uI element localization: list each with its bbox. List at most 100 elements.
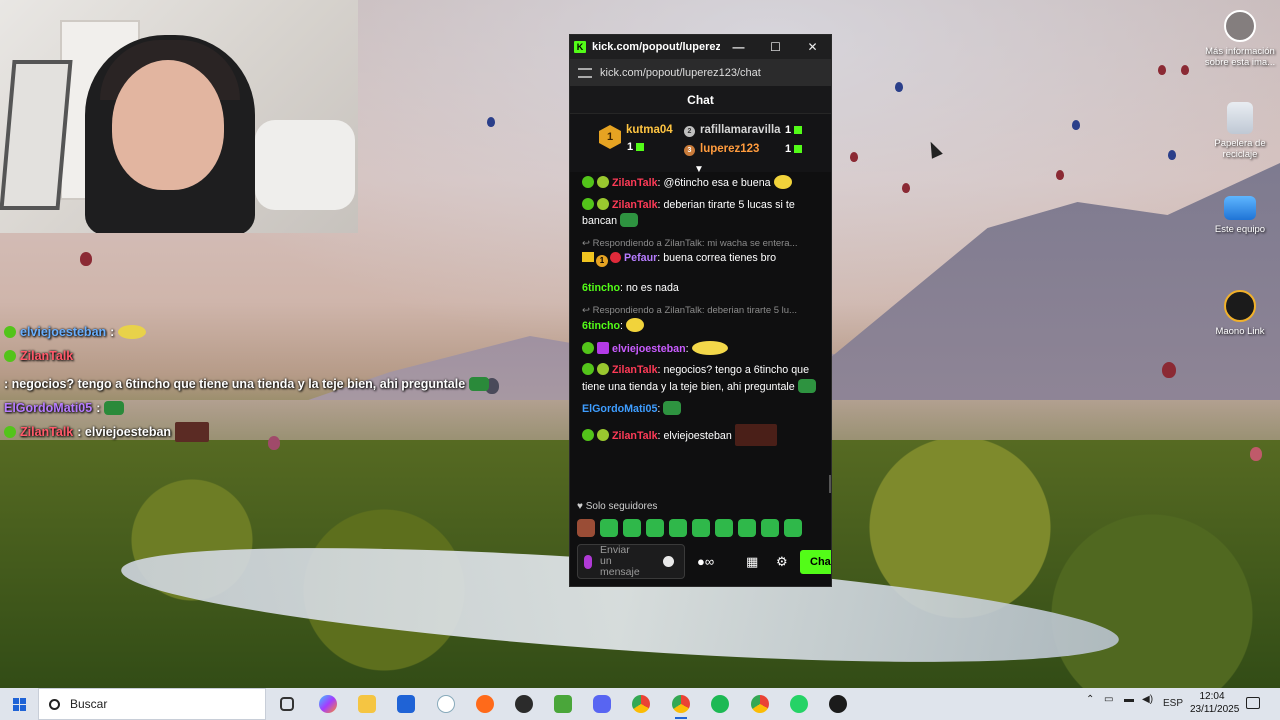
reply-text: Respondiendo a ZilanTalk: mi wacha se en… [592,237,798,249]
clock-time: 12:04 [1199,691,1225,702]
quick-emote-icon[interactable] [669,519,687,537]
taskbar-search[interactable]: Buscar [38,688,266,720]
task-view-icon[interactable] [280,697,294,711]
quick-emote-icon[interactable] [646,519,664,537]
collapse-arrow-icon[interactable]: ▼ [694,164,704,175]
desktop-icon-recycle-bin[interactable]: Papelera de reciclaje [1200,102,1280,160]
chat-header: Chat [570,86,831,114]
leader-1-name[interactable]: kutma04 [626,124,673,136]
quick-emote-icon[interactable] [738,519,756,537]
balloon [1072,120,1080,130]
chat-message: ZilanTalk: @6tincho esa e buena [582,175,818,192]
word-icon[interactable] [437,695,455,713]
volume-icon[interactable]: ◀) [1142,694,1153,705]
whatsapp-icon[interactable] [790,695,808,713]
close-button[interactable]: ✕ [794,35,831,59]
desktop-icon-spotlight[interactable]: Más información sobre esta ima... [1200,10,1280,68]
chrome-icon[interactable] [632,695,650,713]
quick-emote-icon[interactable] [623,519,641,537]
overlay-message: ElGordoMati05 : [4,396,524,420]
desktop-icon-this-pc[interactable]: Este equipo [1200,196,1280,235]
overlay-username: elviejoesteban [20,325,107,339]
address-bar[interactable]: kick.com/popout/luperez123/chat [570,59,831,86]
chat-text: : no es nada [620,282,679,294]
site-settings-icon[interactable] [578,67,592,78]
minimize-button[interactable]: — [720,35,757,59]
start-button[interactable] [0,688,38,720]
show-hidden-icons[interactable]: ⌃ [1086,694,1094,705]
overlay-text: : [110,325,115,339]
maximize-button[interactable]: ☐ [757,35,794,59]
microphone-icon[interactable] [584,554,592,569]
verified-icon [4,426,16,438]
leader-3-name[interactable]: luperez123 [700,143,759,155]
subscriber-badge-icon [597,428,609,441]
chat-username[interactable]: ZilanTalk [612,430,658,442]
chat-scrollbar[interactable] [829,475,831,493]
chat-username[interactable]: ZilanTalk [612,364,658,376]
reply-text: Respondiendo a ZilanTalk: deberian tirar… [592,304,797,316]
chat-message: elviejoesteban: [582,340,818,358]
kicks-icon[interactable]: ●∞ [697,554,714,569]
chat-username[interactable]: Pefaur [624,252,657,264]
chat-username[interactable]: 6tincho [582,320,620,332]
chat-message: 6tincho: no es nada [582,281,818,297]
rank-3-badge: 3 [684,145,695,156]
quick-emote-icon[interactable] [577,519,595,537]
app-icon[interactable] [829,695,847,713]
chat-username[interactable]: ZilanTalk [612,199,658,211]
quick-emote-icon[interactable] [761,519,779,537]
app-icon[interactable] [476,695,494,713]
webcam-pillow [255,120,355,210]
store-icon[interactable]: ▦ [746,554,758,570]
chat-username[interactable]: elviejoesteban [612,343,686,355]
balloon [1162,362,1176,378]
chat-messages: ZilanTalk: @6tincho esa e buena ZilanTal… [570,175,828,495]
chat-text: : @6tincho esa e buena [657,177,771,189]
send-chat-button[interactable]: Cha [800,550,831,574]
quick-emote-icon[interactable] [600,519,618,537]
quick-emote-icon[interactable] [715,519,733,537]
discord-icon[interactable] [593,695,611,713]
copilot-icon[interactable] [319,695,337,713]
quick-emote-icon[interactable] [692,519,710,537]
emoji-picker-icon[interactable] [663,556,674,567]
tray-app-icon[interactable]: ▭ [1104,694,1113,705]
emote-icon [118,325,147,339]
search-icon [49,698,60,710]
subscriber-badge-icon [597,176,609,188]
chat-message: ZilanTalk: negocios? tengo a 6tincho que… [582,363,818,395]
chrome-profile-icon[interactable] [751,695,769,713]
desktop-icon-label: Papelera de reciclaje [1214,138,1266,160]
webcam-feed [0,0,358,233]
chat-username[interactable]: ZilanTalk [612,177,658,189]
minecraft-icon[interactable] [554,695,572,713]
camera-icon [1224,10,1256,42]
spotify-icon[interactable] [711,695,729,713]
balloon [902,183,910,193]
chat-username[interactable]: 6tincho [582,282,620,294]
microsoft-store-icon[interactable] [397,695,415,713]
gift-leaderboard: 1 kutma04 1 2 rafillamaravilla 1 3 luper… [570,114,831,175]
chrome-profile-icon[interactable] [672,695,690,719]
chat-message: ZilanTalk: deberian tirarte 5 lucas si t… [582,197,818,230]
leader-2-name[interactable]: rafillamaravilla [700,124,781,136]
quick-emote-icon[interactable] [784,519,802,537]
overlay-username: ElGordoMati05 [4,401,93,415]
file-explorer-icon[interactable] [358,695,376,713]
taskbar-clock[interactable]: 12:04 23/11/2025 [1190,690,1239,716]
chat-message-input[interactable]: Enviar un mensaje [577,544,685,579]
window-titlebar[interactable]: K kick.com/popout/luperez123... — ☐ ✕ [570,35,831,59]
overlay-text: : negocios? tengo a 6tincho que tiene un… [4,377,466,391]
founder-badge-icon [597,341,609,354]
kick-logo-icon: K [574,41,586,53]
desktop-icon-maono-link[interactable]: Maono Link [1200,290,1280,337]
settings-gear-icon[interactable]: ⚙ [776,554,788,570]
emote-icon [691,340,728,355]
overlay-message: elviejoesteban : [4,320,524,344]
notifications-icon[interactable] [1246,697,1260,709]
network-icon[interactable]: ▬ [1124,694,1134,705]
input-language[interactable]: ESP [1163,698,1183,709]
obs-icon[interactable] [515,695,533,713]
chat-username[interactable]: ElGordoMati05 [582,403,657,415]
